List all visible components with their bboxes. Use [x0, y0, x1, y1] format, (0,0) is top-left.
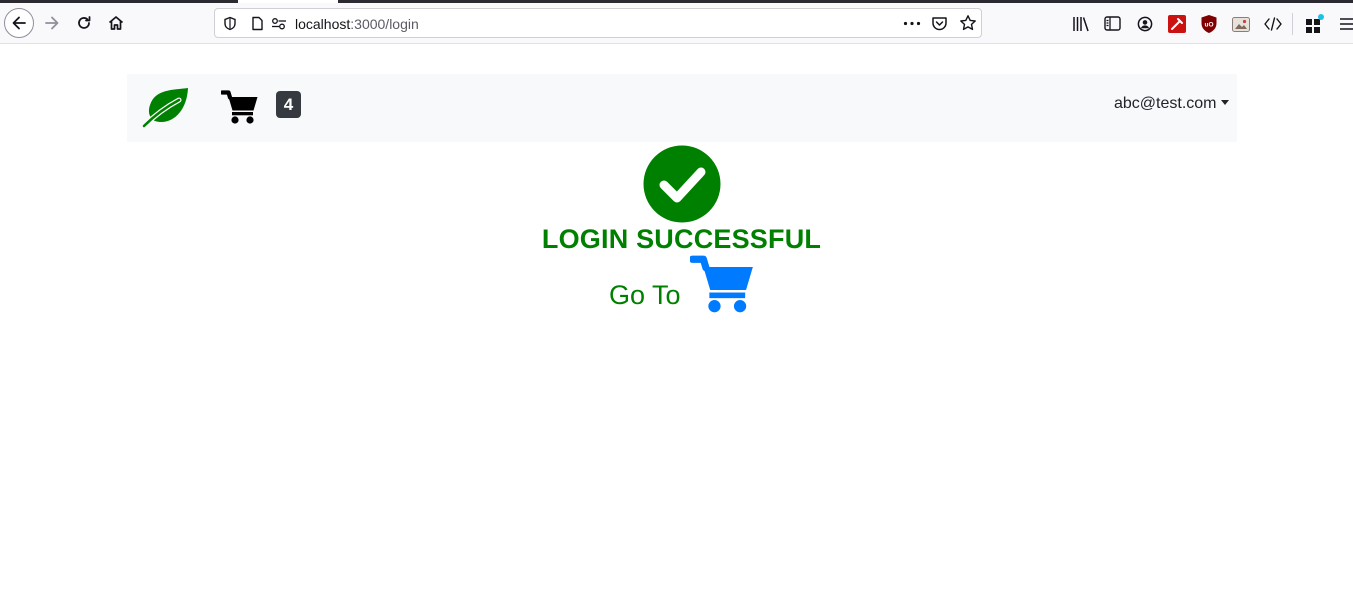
goto-label: Go To	[609, 280, 681, 310]
extension-red-icon[interactable]	[1168, 15, 1186, 33]
image-extension-icon[interactable]	[1232, 15, 1250, 33]
login-success-title: LOGIN SUCCESSFUL	[541, 224, 822, 254]
svg-text:uO: uO	[1204, 22, 1213, 29]
check-circle-icon	[643, 145, 721, 223]
arrow-left-icon	[12, 16, 26, 30]
pocket-icon[interactable]	[931, 15, 948, 32]
cart-icon[interactable]	[221, 90, 259, 124]
shield-icon[interactable]	[223, 16, 237, 31]
bookmark-star-icon[interactable]	[959, 14, 977, 32]
ublock-shield-icon[interactable]: uO	[1200, 14, 1218, 34]
account-icon[interactable]	[1137, 16, 1153, 32]
url-host: localhost	[295, 16, 351, 32]
forward-button[interactable]	[38, 9, 66, 37]
hamburger-menu-icon[interactable]	[1339, 17, 1353, 31]
page-icon[interactable]	[251, 16, 264, 31]
goto-cart-icon[interactable]	[690, 255, 756, 313]
reload-button[interactable]	[70, 9, 98, 37]
url-text[interactable]: localhost:3000/login	[295, 16, 419, 32]
url-path: :3000/login	[350, 16, 419, 32]
home-icon	[108, 16, 124, 30]
leaf-icon[interactable]	[141, 86, 191, 128]
extensions-puzzle-icon[interactable]	[1304, 14, 1324, 34]
devtools-code-icon[interactable]	[1264, 17, 1282, 31]
library-icon[interactable]	[1072, 16, 1090, 32]
toolbar-divider	[1292, 13, 1293, 35]
url-bar[interactable]: localhost:3000/login	[214, 8, 982, 38]
arrow-right-icon	[45, 16, 59, 30]
more-actions-icon[interactable]	[903, 21, 921, 26]
permissions-icon[interactable]	[271, 17, 287, 30]
user-dropdown[interactable]: abc@test.com	[1114, 95, 1229, 113]
back-button[interactable]	[4, 8, 34, 38]
caret-down-icon	[1220, 99, 1229, 105]
reload-icon	[78, 16, 91, 29]
user-email: abc@test.com	[1114, 95, 1217, 112]
home-button[interactable]	[102, 9, 130, 37]
sidebar-icon[interactable]	[1104, 16, 1121, 31]
browser-toolbar: localhost:3000/login uO	[0, 3, 1353, 44]
cart-count-badge: 4	[276, 91, 301, 118]
